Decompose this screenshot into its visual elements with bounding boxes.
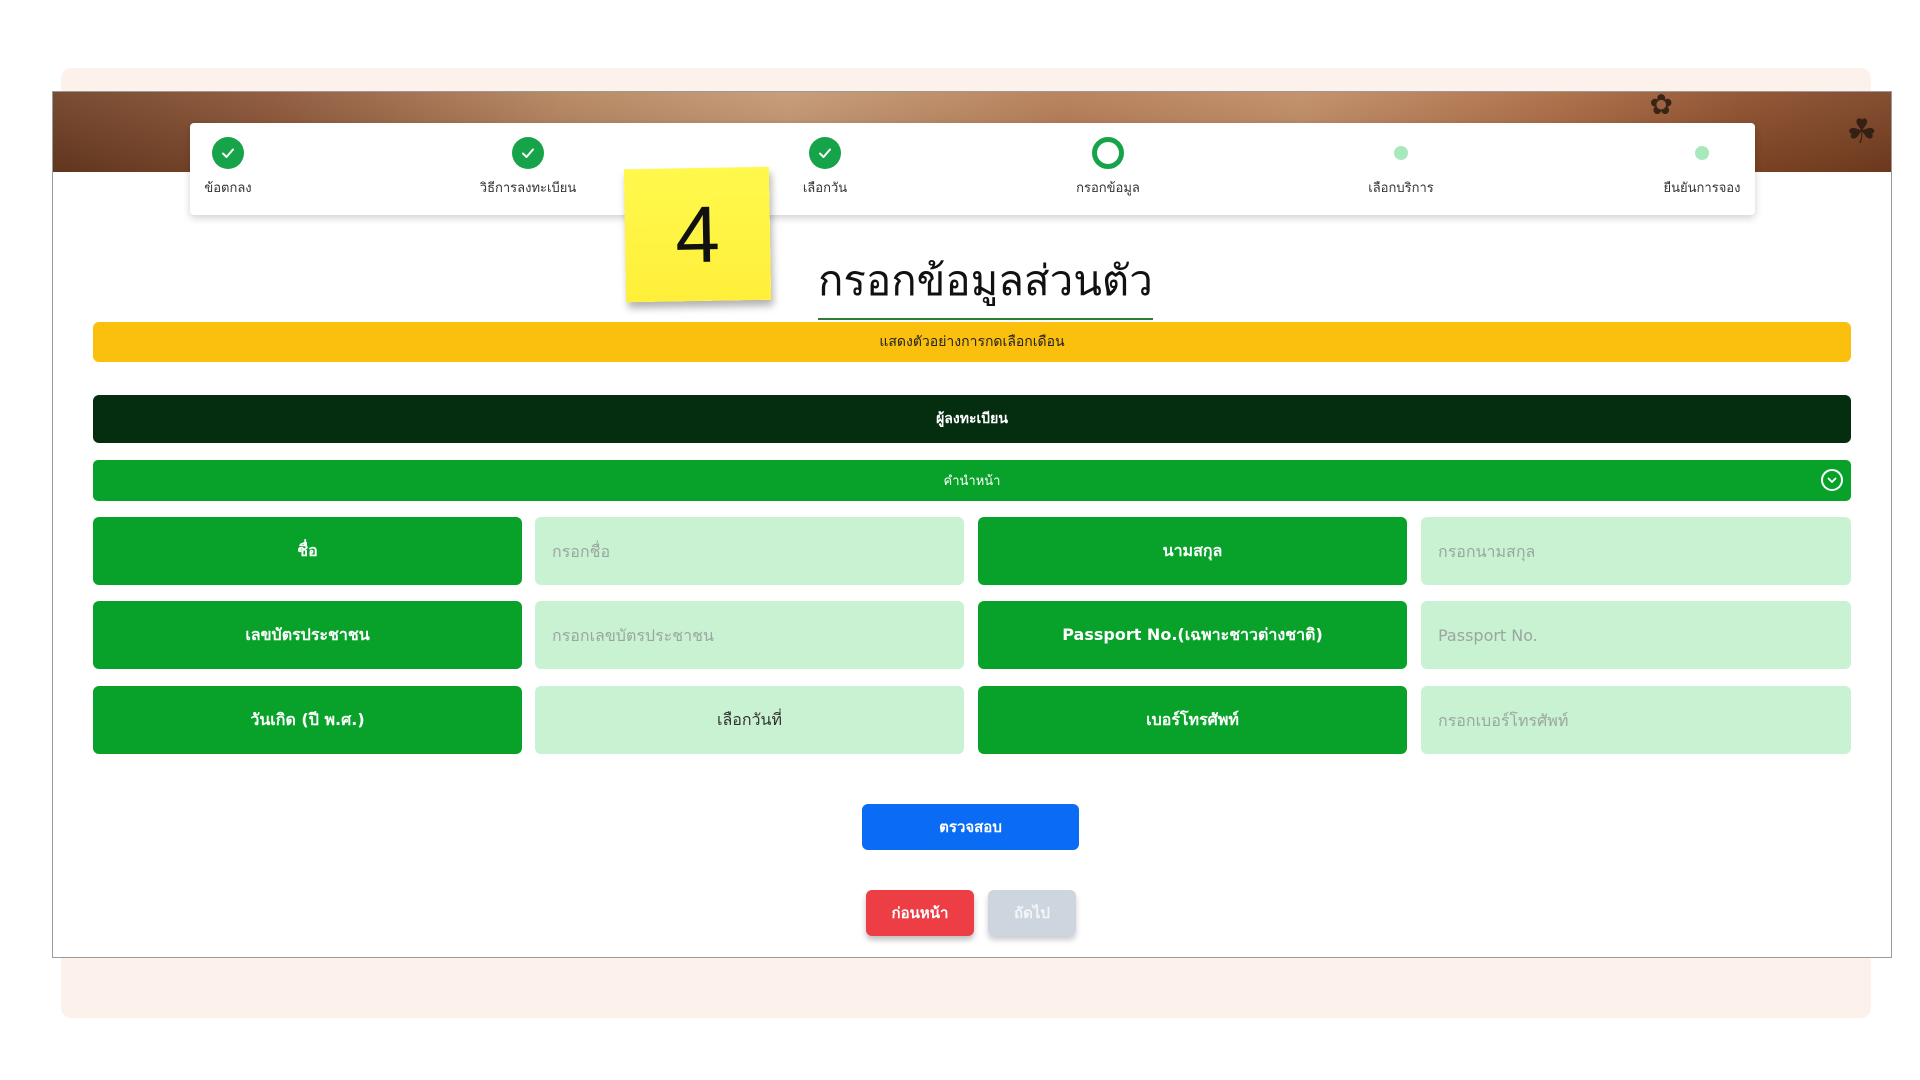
- check-circle-icon: [512, 137, 544, 169]
- id-card-label: เลขบัตรประชาชน: [93, 601, 522, 669]
- step-label: กรอกข้อมูล: [1076, 181, 1140, 196]
- title-prefix-label: คำนำหน้า: [943, 474, 1001, 489]
- banner-decoration-icon: ✿: [1649, 91, 1673, 121]
- last-name-input[interactable]: [1421, 517, 1851, 585]
- banner-decoration-icon: ☘: [1846, 112, 1877, 152]
- passport-input[interactable]: [1421, 601, 1851, 669]
- step-label: เลือกวัน: [802, 181, 848, 196]
- section-header: ผู้ลงทะเบียน: [93, 395, 1851, 443]
- birth-date-label: วันเกิด (ปี พ.ศ.): [93, 686, 522, 754]
- step-label: วิธีการลงทะเบียน: [479, 181, 577, 196]
- sticky-note-number: 4: [674, 189, 721, 279]
- step-label: เลือกบริการ: [1368, 181, 1434, 196]
- step-select-service[interactable]: เลือกบริการ: [1331, 137, 1471, 198]
- sticky-note: 4: [623, 166, 772, 303]
- phone-label: เบอร์โทรศัพท์: [978, 686, 1407, 754]
- next-button[interactable]: ถัดไป: [988, 890, 1076, 936]
- id-card-input[interactable]: [535, 601, 964, 669]
- phone-input[interactable]: [1421, 686, 1851, 754]
- info-alert: แสดงตัวอย่างการกดเลือกเดือน: [93, 322, 1851, 362]
- passport-label: Passport No.(เฉพาะชาวต่างชาติ): [978, 601, 1407, 669]
- step-label: ข้อตกลง: [204, 181, 252, 196]
- step-confirm-booking[interactable]: ยืนยันการจอง: [1632, 137, 1772, 198]
- step-label: ยืนยันการจอง: [1663, 181, 1741, 196]
- step-select-date[interactable]: เลือกวัน: [755, 137, 895, 198]
- title-prefix-select[interactable]: คำนำหน้า: [93, 460, 1851, 501]
- progress-stepper: ข้อตกลง วิธีการลงทะเบียน เลือกวัน กรอกข้…: [190, 123, 1755, 215]
- pending-step-dot-icon: [1695, 146, 1709, 160]
- check-circle-icon: [212, 137, 244, 169]
- first-name-input[interactable]: [535, 517, 964, 585]
- step-registration-method[interactable]: วิธีการลงทะเบียน: [458, 137, 598, 198]
- birth-date-picker[interactable]: เลือกวันที่: [535, 686, 964, 754]
- last-name-label: นามสกุล: [978, 517, 1407, 585]
- check-circle-icon: [809, 137, 841, 169]
- check-button[interactable]: ตรวจสอบ: [862, 804, 1079, 850]
- first-name-label: ชื่อ: [93, 517, 522, 585]
- chevron-down-circle-icon[interactable]: [1821, 469, 1843, 491]
- previous-button[interactable]: ก่อนหน้า: [866, 890, 974, 936]
- step-fill-info[interactable]: กรอกข้อมูล: [1038, 137, 1178, 198]
- step-agreement[interactable]: ข้อตกลง: [158, 137, 298, 198]
- page-title: กรอกข้อมูลส่วนตัว: [818, 248, 1153, 320]
- current-step-ring-icon: [1092, 137, 1124, 169]
- pending-step-dot-icon: [1394, 146, 1408, 160]
